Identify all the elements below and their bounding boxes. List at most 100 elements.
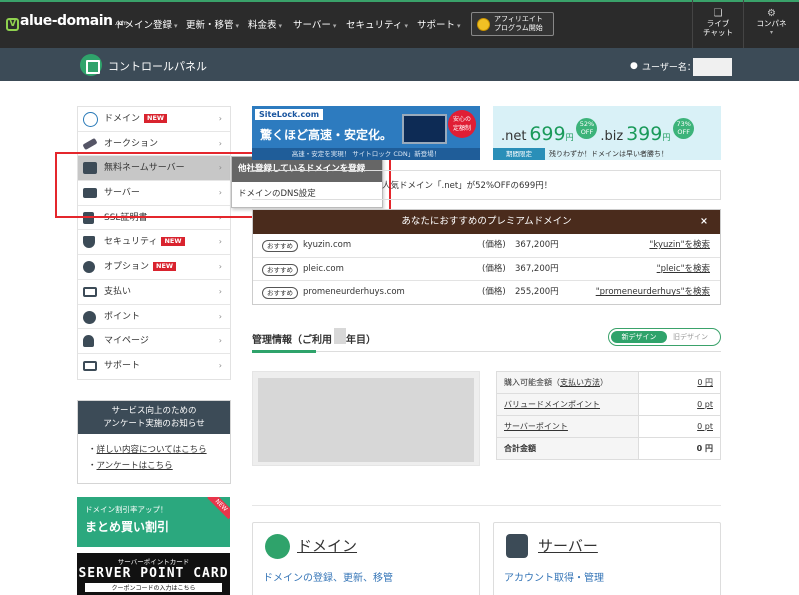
value-link[interactable]: 0 pt — [697, 400, 713, 409]
biz-price: 399 — [626, 123, 663, 145]
user-icon: ● — [630, 61, 638, 71]
price-value: 367,200円 — [515, 240, 559, 250]
yen-unit: 円 — [565, 133, 574, 142]
chevron-right-icon: › — [218, 311, 222, 321]
toggle-old-design[interactable]: 旧デザイン — [673, 331, 708, 343]
vd-point-link[interactable]: バリュードメインポイント — [504, 400, 600, 409]
live-chat-line2: チャット — [703, 28, 733, 37]
live-chat-button[interactable]: ❏ ライブ チャット — [692, 0, 743, 48]
title-suffix: 年目） — [346, 335, 376, 346]
caret-down-icon: ▾ — [174, 22, 178, 30]
chevron-right-icon: › — [218, 360, 222, 370]
premium-title: あなたにおすすめのプレミアムドメイン — [401, 216, 572, 227]
new-badge: NEW — [153, 262, 177, 272]
nav-label: サーバー — [293, 20, 331, 31]
premium-domain-panel: あなたにおすすめのプレミアムドメイン × おすすめ kyuzin.com (価格… — [252, 209, 721, 305]
search-link[interactable]: "pleic"を検索 — [657, 258, 710, 281]
caret-down-icon: ▾ — [235, 22, 240, 30]
net-price: 699 — [529, 123, 566, 145]
promo-small-text: サーバーポイントカード — [117, 558, 190, 566]
server-point-card-banner[interactable]: サーバーポイントカード SERVER POINT CARD クーポンコードの入力… — [77, 553, 230, 595]
card-title[interactable]: ドメイン — [297, 535, 357, 556]
server-point-link[interactable]: サーバーポイント — [504, 422, 568, 431]
balance-table: 購入可能金額（支払い方法） 0 円 バリュードメインポイント 0 pt サーバー… — [496, 371, 721, 460]
card-subtitle[interactable]: アカウント取得・管理 — [504, 569, 604, 584]
badge-line1: 安心の — [452, 116, 471, 123]
server-card[interactable]: サーバー アカウント取得・管理 — [493, 522, 721, 595]
balance-label: バリュードメインポイント — [496, 393, 639, 416]
off-word: OFF — [580, 128, 594, 136]
payment-method-link[interactable]: 支払い方法 — [560, 378, 600, 387]
sidebar-item-domain[interactable]: ドメイン NEW › — [78, 107, 230, 132]
new-badge: NEW — [144, 114, 168, 123]
card-subtitle[interactable]: ドメインの登録、更新、移管 — [263, 569, 393, 584]
chevron-right-icon: › — [218, 237, 222, 247]
sidebar-item-label: オプション — [104, 262, 150, 273]
logo-mark: V — [6, 18, 19, 31]
survey-link[interactable]: アンケートはこちら — [97, 461, 173, 471]
bulk-discount-banner[interactable]: ドメイン割引率アップ！ まとめ買い割引 NEW — [77, 497, 230, 547]
table-row: 購入可能金額（支払い方法） 0 円 — [496, 371, 721, 394]
sidebar-item-security[interactable]: セキュリティ NEW › — [78, 230, 230, 256]
nav-support[interactable]: サポート ▾ — [417, 17, 461, 31]
card-title[interactable]: サーバー — [538, 535, 598, 556]
nav-label: ドメイン登録 — [115, 20, 173, 31]
design-toggle[interactable]: 新デザイン 旧デザイン — [608, 328, 721, 346]
recommend-tag: おすすめ — [262, 263, 298, 276]
table-row: おすすめ promeneurderhuys.com (価格) 255,200円 … — [253, 281, 720, 305]
sidebar-item-label: マイページ — [104, 336, 149, 347]
page-title: コントロールパネル — [108, 60, 207, 73]
domain-sale-banner[interactable]: .net 699円 52% OFF .biz 399円 73% OFF 期間限定 残… — [493, 106, 721, 160]
value-link[interactable]: 0 pt — [697, 422, 713, 431]
balance-label: 購入可能金額（支払い方法） — [496, 371, 639, 394]
survey-header: サービス向上のための アンケート実施のお知らせ — [78, 401, 230, 434]
nav-pricing[interactable]: 料金表 ▾ — [248, 17, 282, 31]
sitelock-banner[interactable]: SiteLock.com 驚くほど高速・安定化。 安心の 定額制 高速・安定を実現… — [252, 106, 480, 160]
promo-big-text: SERVER POINT CARD — [78, 566, 229, 581]
divider — [252, 505, 721, 506]
price-value: 367,200円 — [515, 263, 559, 274]
site-logo[interactable]: Value-domain .com — [6, 13, 128, 31]
value-link[interactable]: 0 円 — [697, 378, 713, 387]
news-ticker[interactable]: 人気ドメイン「.net」が52%OFFの699円！ — [252, 170, 721, 200]
survey-title-line2: アンケート実施のお知らせ — [103, 419, 205, 429]
divider — [252, 351, 721, 352]
nav-domain-register[interactable]: ドメイン登録 ▾ — [115, 17, 178, 31]
label-text: 購入可能金額（ — [504, 378, 560, 387]
nav-renew-transfer[interactable]: 更新・移管 ▾ — [186, 17, 239, 31]
table-row: バリュードメインポイント 0 pt — [496, 393, 721, 416]
survey-title-line1: サービス向上のための — [111, 406, 197, 416]
survey-details-link[interactable]: 詳しい内容についてはこちら — [97, 445, 207, 455]
fixed-price-badge: 安心の 定額制 — [448, 110, 476, 138]
off-percent: 52% — [579, 120, 595, 128]
nav-server[interactable]: サーバー ▾ — [293, 17, 336, 31]
recommend-tag: おすすめ — [262, 240, 298, 252]
table-row: 合計金額 0 円 — [496, 437, 721, 460]
biz-off-badge: 73% OFF — [673, 118, 695, 139]
panel-label: コンパネ — [756, 19, 787, 28]
search-link[interactable]: "kyuzin"を検索 — [649, 234, 710, 257]
search-link[interactable]: "promeneurderhuys"を検索 — [596, 281, 710, 304]
nav-label: サポート — [417, 20, 456, 31]
balance-label: サーバーポイント — [496, 415, 639, 438]
price-value: 255,200円 — [515, 287, 559, 298]
promo-small-text: ドメイン割引率アップ！ — [85, 505, 168, 514]
balance-value: 0 円 — [638, 371, 721, 394]
sitelock-logo: SiteLock.com — [255, 109, 324, 120]
sidebar-item-payment[interactable]: 支払い › — [78, 280, 230, 305]
domain-card[interactable]: ドメイン ドメインの登録、更新、移管 — [252, 522, 480, 595]
sidebar-item-option[interactable]: オプション NEW › — [78, 255, 230, 280]
label-tail: ） — [600, 378, 608, 387]
com-icon — [265, 534, 290, 559]
sidebar-item-point[interactable]: ポイント › — [78, 305, 230, 330]
close-icon[interactable]: × — [700, 210, 708, 234]
affiliate-button[interactable]: アフィリエイト プログラム開始 — [471, 12, 554, 36]
sidebar-item-support[interactable]: サポート › — [78, 354, 230, 379]
control-panel-menu[interactable]: ⚙ コンパネ ▾ — [743, 0, 799, 48]
sidebar-item-mypage[interactable]: マイページ › — [78, 329, 230, 354]
off-percent: 73% — [676, 120, 691, 128]
survey-notice: サービス向上のための アンケート実施のお知らせ 詳しい内容についてはこちら アン… — [77, 400, 231, 484]
yen-unit: 円 — [662, 133, 671, 142]
nav-security[interactable]: セキュリティ ▾ — [346, 17, 408, 31]
toggle-new-design[interactable]: 新デザイン — [611, 331, 667, 343]
